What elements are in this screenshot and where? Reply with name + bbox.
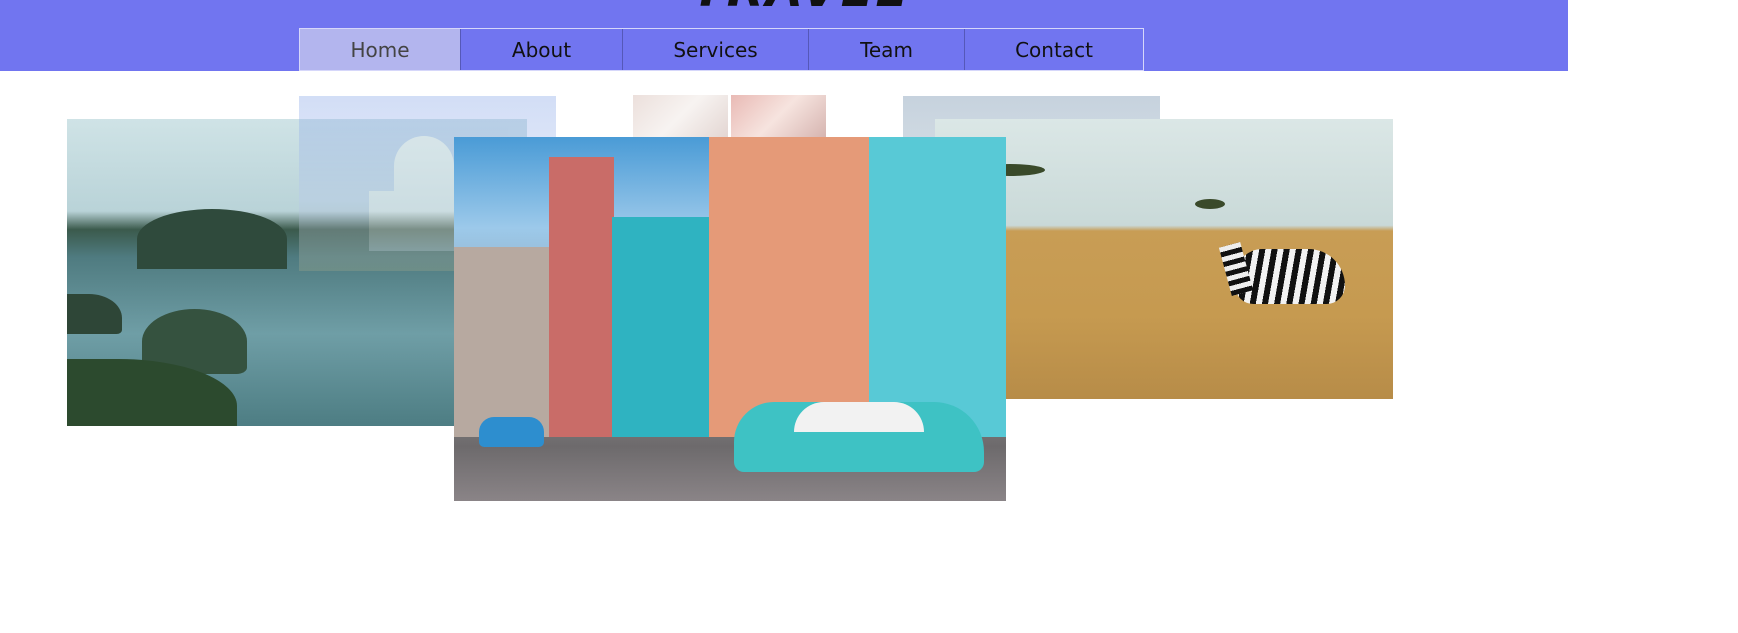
thumbnail-image-1[interactable] bbox=[633, 95, 728, 137]
nav-team[interactable]: Team bbox=[809, 29, 965, 70]
havana-street-image[interactable] bbox=[454, 137, 1006, 501]
main-nav: Home About Services Team Contact bbox=[299, 28, 1144, 71]
thumbnail-image-2[interactable] bbox=[731, 95, 826, 137]
header: TRAVEL Home About Services Team Contact bbox=[0, 0, 1568, 71]
site-title: TRAVEL bbox=[692, 0, 908, 18]
nav-contact[interactable]: Contact bbox=[965, 29, 1143, 70]
nav-about[interactable]: About bbox=[461, 29, 623, 70]
nav-services[interactable]: Services bbox=[623, 29, 809, 70]
nav-home[interactable]: Home bbox=[300, 29, 461, 70]
